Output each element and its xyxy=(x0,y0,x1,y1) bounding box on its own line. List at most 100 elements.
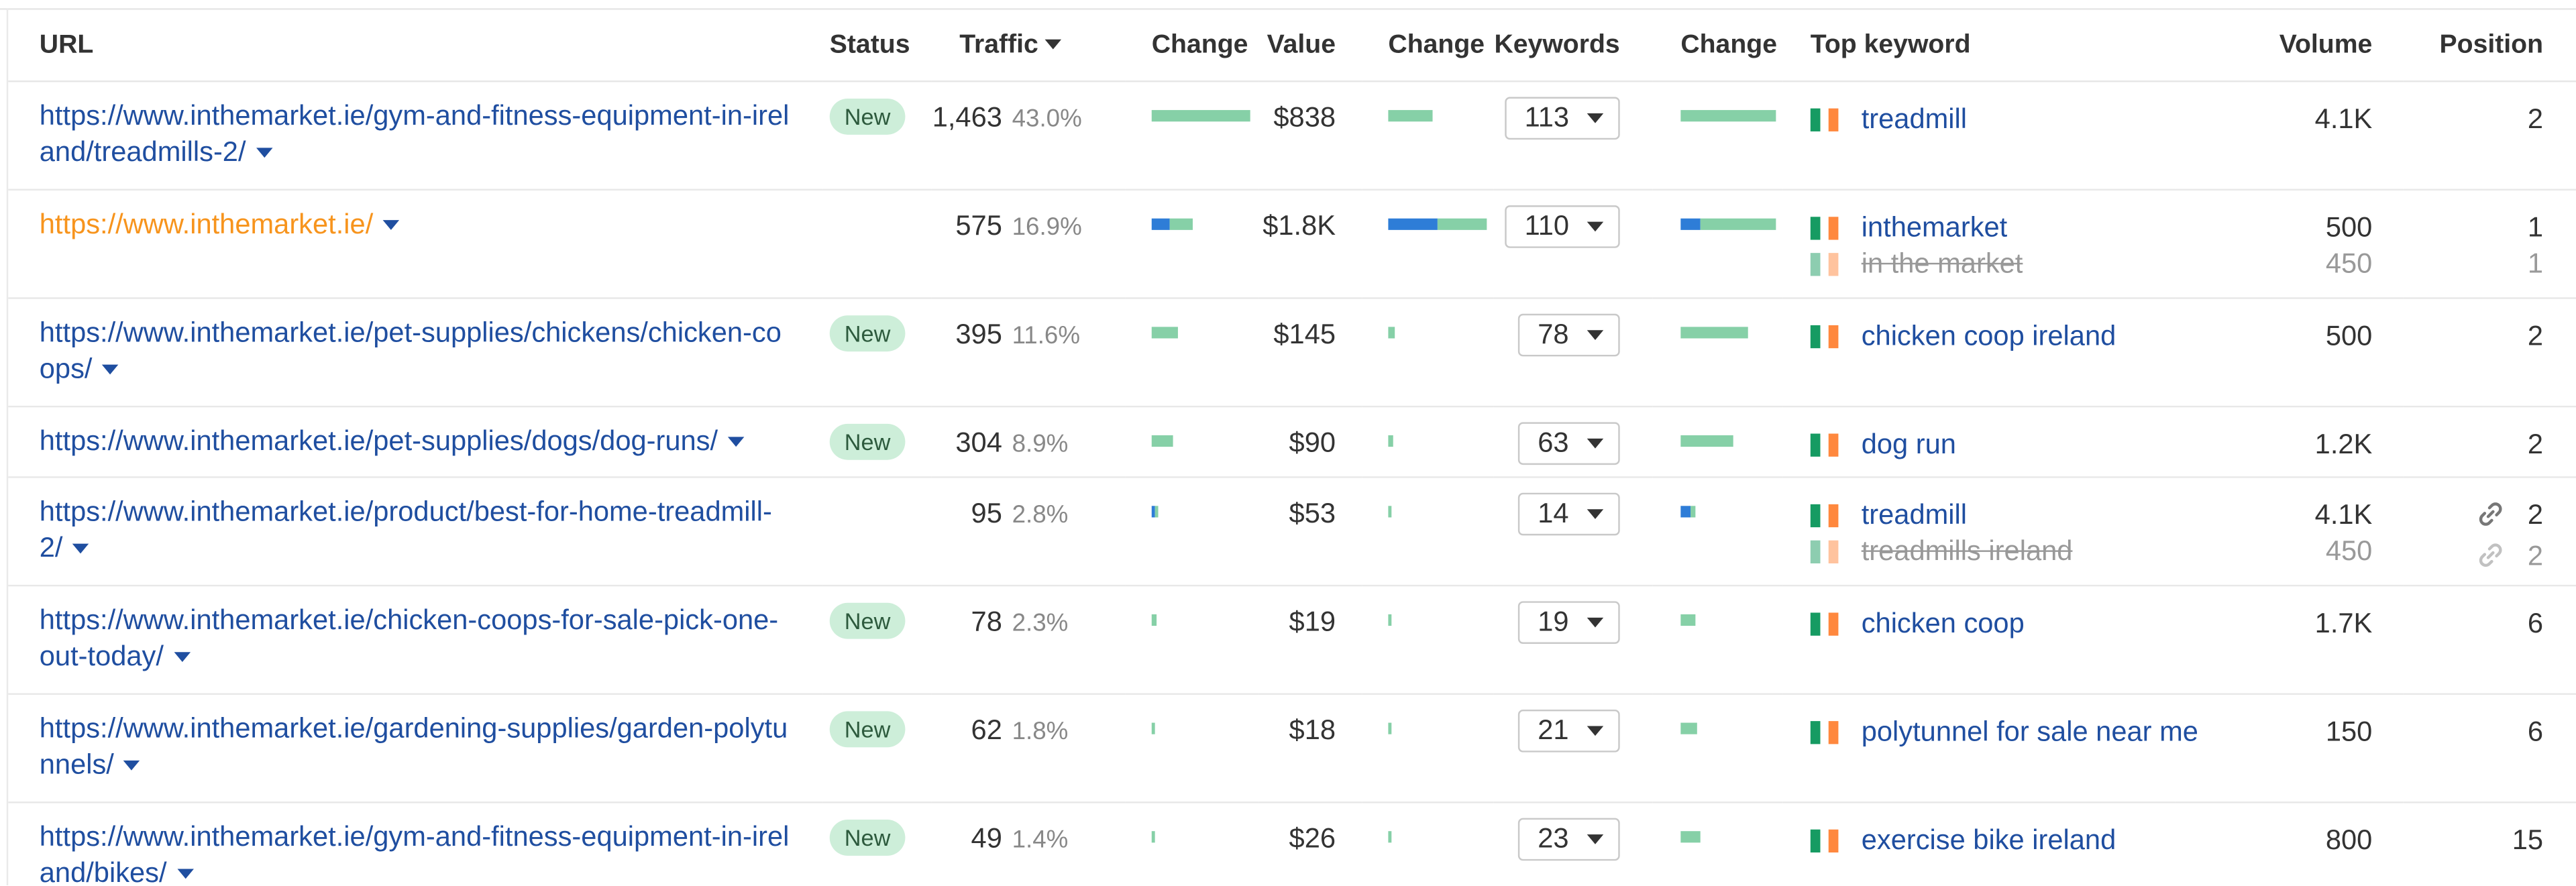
value-change-cell xyxy=(1362,477,1494,587)
traffic-change-bar xyxy=(1151,218,1258,230)
value-cell: $18 xyxy=(1258,694,1362,804)
traffic-cell: 575 16.9% xyxy=(931,189,1126,299)
top-keyword-link[interactable]: treadmill xyxy=(1862,499,1967,532)
value-cell: $53 xyxy=(1258,477,1362,587)
page-url-link[interactable]: https://www.inthemarket.ie/gardening-sup… xyxy=(40,713,788,780)
top-keyword-cell: exercise bike ireland xyxy=(1782,802,2176,886)
url-cell: https://www.inthemarket.ie/gym-and-fitne… xyxy=(8,81,823,191)
keywords-dropdown[interactable]: 23 xyxy=(1517,818,1620,861)
volume-cell: 1.7K xyxy=(2175,586,2404,695)
value-cell: $19 xyxy=(1258,586,1362,695)
table-header-row: URL Status Traffic Change Value Change K… xyxy=(8,9,2576,82)
volume-cell: 500 450 xyxy=(2175,189,2404,299)
position-cell: 2 xyxy=(2403,298,2576,408)
page-url-link[interactable]: https://www.inthemarket.ie/gym-and-fitne… xyxy=(40,821,790,886)
traffic-share: 8.9% xyxy=(1012,430,1069,459)
keywords-dropdown[interactable]: 63 xyxy=(1517,422,1620,465)
value-change-cell xyxy=(1362,586,1494,695)
top-keyword-link[interactable]: chicken coop ireland xyxy=(1862,321,2116,353)
traffic-share: 11.6% xyxy=(1012,322,1081,350)
top-keyword-link[interactable]: treadmill xyxy=(1862,103,1967,136)
url-dropdown-caret-icon[interactable] xyxy=(102,364,119,375)
traffic-value: 62 xyxy=(971,714,1002,746)
column-header-position[interactable]: Position xyxy=(2403,9,2576,82)
status-badge-new: New xyxy=(829,315,906,352)
volume-cell: 500 xyxy=(2175,298,2404,408)
keyword-position: 2 xyxy=(2527,103,2544,135)
traffic-value: 49 xyxy=(971,822,1002,854)
column-header-traffic-change[interactable]: Change xyxy=(1125,9,1258,82)
value-change-bar xyxy=(1388,327,1493,339)
top-keyword-link[interactable]: polytunnel for sale near me xyxy=(1862,716,2198,749)
keywords-change-cell xyxy=(1652,586,1783,695)
value-change-bar xyxy=(1388,218,1493,230)
serp-link-icon[interactable] xyxy=(2475,541,2504,580)
top-keyword-link[interactable]: chicken coop xyxy=(1862,608,2025,641)
top-keyword-link[interactable]: exercise bike ireland xyxy=(1862,824,2116,857)
traffic-change-bar xyxy=(1151,435,1258,447)
chevron-down-icon xyxy=(1587,726,1604,736)
traffic-value: 95 xyxy=(971,498,1002,529)
url-dropdown-caret-icon[interactable] xyxy=(382,220,400,230)
column-header-traffic[interactable]: Traffic xyxy=(931,9,1126,82)
page-url-link[interactable]: https://www.inthemarket.ie/pet-supplies/… xyxy=(40,317,782,384)
keywords-cell: 14 xyxy=(1493,477,1653,587)
keywords-dropdown[interactable]: 21 xyxy=(1517,709,1620,753)
url-dropdown-caret-icon[interactable] xyxy=(72,543,89,554)
page-url-link[interactable]: https://www.inthemarket.ie/chicken-coops… xyxy=(40,604,778,671)
keywords-dropdown[interactable]: 110 xyxy=(1505,205,1620,248)
keywords-change-cell xyxy=(1652,189,1783,299)
page-url-link[interactable]: https://www.inthemarket.ie/gym-and-fitne… xyxy=(40,100,790,167)
url-dropdown-caret-icon[interactable] xyxy=(123,760,141,771)
column-header-volume[interactable]: Volume xyxy=(2175,9,2404,82)
keywords-dropdown[interactable]: 14 xyxy=(1517,492,1620,536)
keywords-change-bar xyxy=(1680,435,1782,447)
column-header-url[interactable]: URL xyxy=(8,9,823,82)
url-dropdown-caret-icon[interactable] xyxy=(173,652,191,662)
page-url-link[interactable]: https://www.inthemarket.ie/ xyxy=(40,209,373,240)
volume-cell: 800 xyxy=(2175,802,2404,886)
column-header-status[interactable]: Status xyxy=(822,9,932,82)
top-keyword-link[interactable]: dog run xyxy=(1862,429,1956,461)
traffic-value: 395 xyxy=(955,319,1002,350)
traffic-cell: 1,463 43.0% xyxy=(931,81,1126,191)
traffic-value-usd: $145 xyxy=(1273,319,1336,350)
keywords-dropdown[interactable]: 78 xyxy=(1517,313,1620,357)
traffic-value-usd: $90 xyxy=(1289,427,1336,459)
url-dropdown-caret-icon[interactable] xyxy=(176,869,193,879)
page-url-link[interactable]: https://www.inthemarket.ie/product/best-… xyxy=(40,496,772,563)
ireland-flag-icon xyxy=(1810,721,1839,744)
position-cell: 22 xyxy=(2403,477,2576,587)
traffic-value-usd: $53 xyxy=(1289,498,1336,529)
url-dropdown-caret-icon[interactable] xyxy=(256,148,272,158)
value-change-bar xyxy=(1388,506,1493,518)
traffic-value-usd: $19 xyxy=(1289,606,1336,638)
keywords-dropdown[interactable]: 19 xyxy=(1517,601,1620,645)
column-header-value-change[interactable]: Change xyxy=(1362,9,1494,82)
column-header-value[interactable]: Value xyxy=(1258,9,1362,82)
keyword-volume: 1.2K xyxy=(2314,429,2373,460)
value-change-cell xyxy=(1362,81,1494,191)
url-cell: https://www.inthemarket.ie/gardening-sup… xyxy=(8,694,823,804)
column-header-keywords-change[interactable]: Change xyxy=(1652,9,1783,82)
url-dropdown-caret-icon[interactable] xyxy=(727,437,745,447)
keyword-volume: 500 xyxy=(2325,211,2373,243)
value-cell: $145 xyxy=(1258,298,1362,408)
traffic-change-cell xyxy=(1125,81,1258,191)
traffic-value-usd: $1.8K xyxy=(1263,210,1336,242)
column-header-top-keyword[interactable]: Top keyword xyxy=(1782,9,2176,82)
keywords-cell: 78 xyxy=(1493,298,1653,408)
keywords-dropdown[interactable]: 113 xyxy=(1505,97,1620,140)
status-badge-new: New xyxy=(829,602,906,639)
chevron-down-icon xyxy=(1587,509,1604,519)
top-keyword-link[interactable]: treadmills ireland xyxy=(1862,535,2073,568)
ireland-flag-icon xyxy=(1810,325,1839,349)
volume-cell: 4.1K xyxy=(2175,81,2404,191)
column-header-keywords[interactable]: Keywords xyxy=(1493,9,1653,82)
traffic-change-bar xyxy=(1151,831,1258,843)
page-url-link[interactable]: https://www.inthemarket.ie/pet-supplies/… xyxy=(40,425,718,457)
serp-link-icon[interactable] xyxy=(2475,499,2504,539)
top-keyword-link[interactable]: inthemarket xyxy=(1862,212,2008,245)
keyword-position: 2 xyxy=(2404,498,2543,539)
top-keyword-link[interactable]: in the market xyxy=(1862,248,2023,281)
